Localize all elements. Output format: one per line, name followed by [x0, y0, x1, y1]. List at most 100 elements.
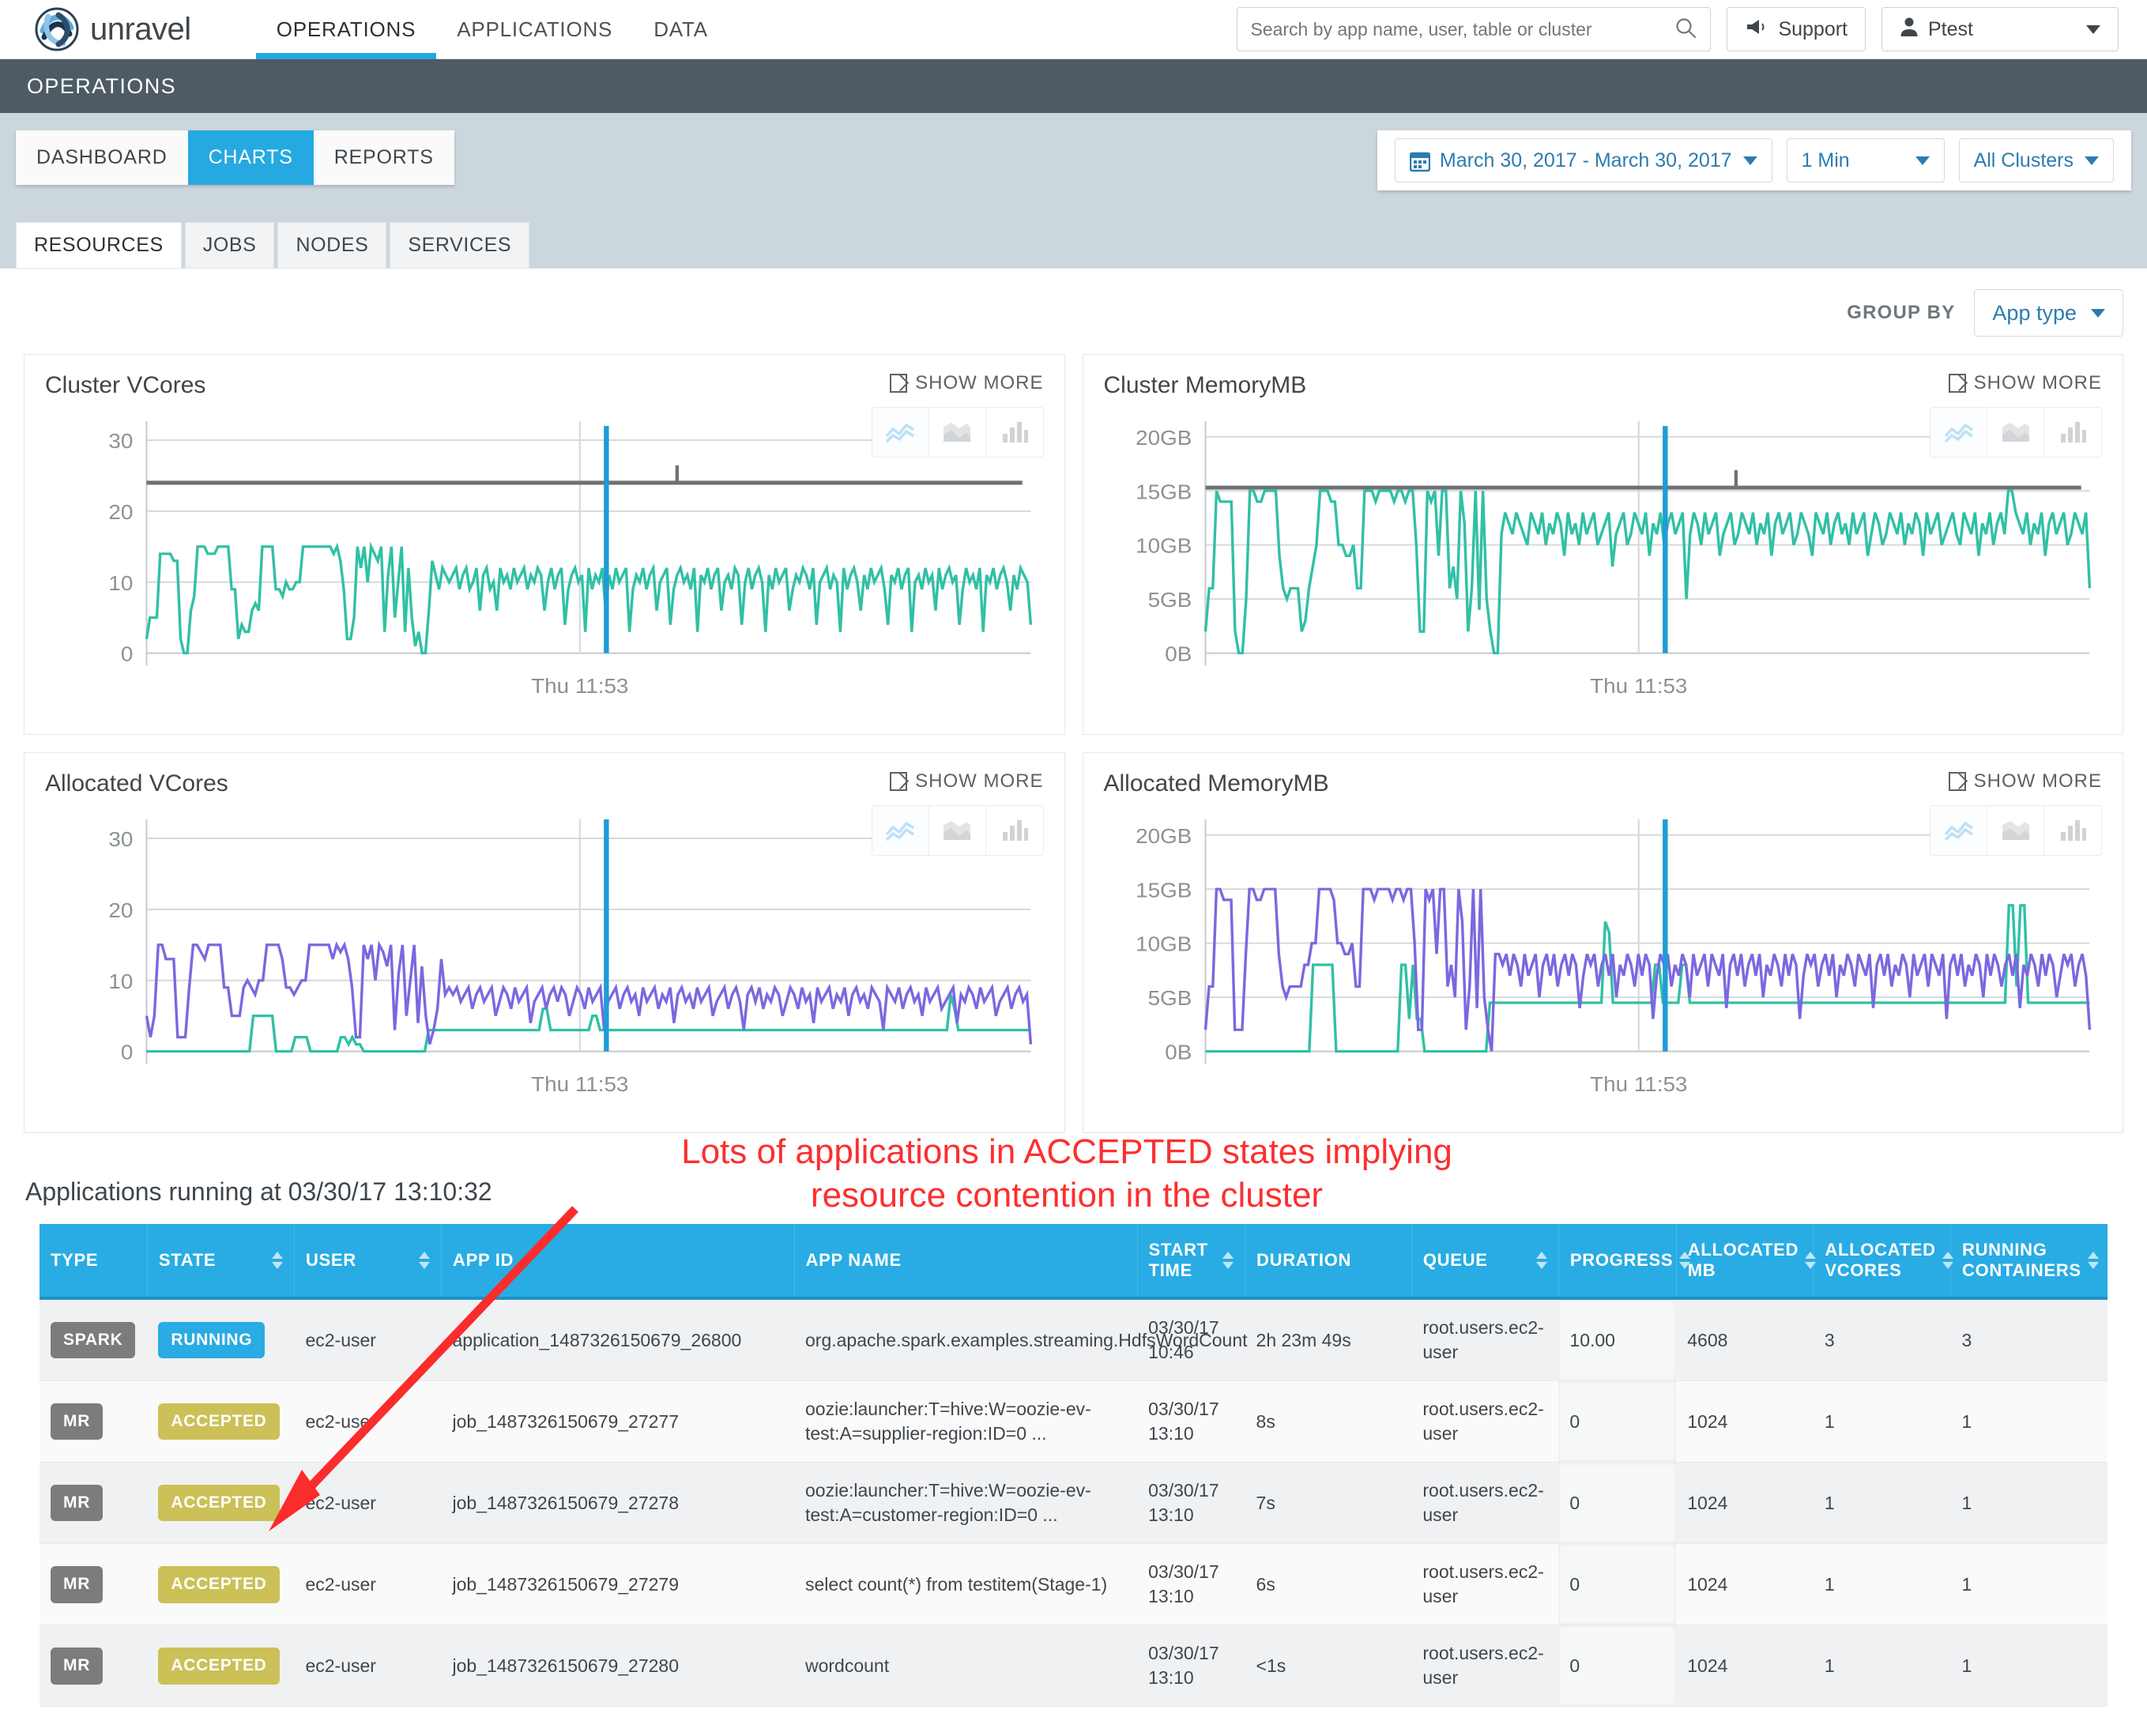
chart-title: Allocated MemoryMB	[1103, 770, 1329, 796]
search-input[interactable]	[1250, 18, 1674, 40]
nav-item-operations[interactable]: OPERATIONS	[255, 0, 437, 59]
cluster-select[interactable]: All Clusters	[1958, 138, 2114, 183]
subtab-jobs[interactable]: JOBS	[184, 222, 275, 268]
sort-icon[interactable]	[1222, 1252, 1234, 1269]
interval-select[interactable]: 1 Min	[1786, 138, 1945, 183]
area-chart-icon[interactable]	[1987, 806, 2044, 855]
col-running-containers[interactable]: RUNNING CONTAINERS	[1950, 1224, 2107, 1300]
applications-table-wrap: TYPE STATE USER APP ID APP NAME START TI…	[0, 1224, 2147, 1708]
status-badge: ACCEPTED	[158, 1566, 280, 1603]
cell-app-id: application_1487326150679_26800	[441, 1298, 794, 1382]
cell-allocated-mb: 4608	[1676, 1298, 1814, 1382]
search-icon[interactable]	[1674, 16, 1697, 43]
show-more-link[interactable]: SHOW MORE	[1948, 372, 2102, 394]
svg-text:20: 20	[108, 501, 133, 524]
col-state[interactable]: STATE	[147, 1224, 295, 1300]
group-by-select[interactable]: App type	[1974, 289, 2123, 337]
search-box[interactable]	[1237, 7, 1712, 51]
bar-chart-icon[interactable]	[2044, 806, 2101, 855]
col-duration[interactable]: DURATION	[1245, 1224, 1412, 1300]
area-chart-icon[interactable]	[929, 408, 986, 457]
chevron-down-icon[interactable]	[1742, 156, 1757, 165]
sort-icon[interactable]	[2087, 1252, 2099, 1269]
sort-icon[interactable]	[271, 1252, 283, 1269]
brand[interactable]: unravel	[35, 7, 191, 51]
col-app-id[interactable]: APP ID	[441, 1224, 795, 1300]
line-chart-icon[interactable]	[872, 408, 929, 457]
line-chart-icon[interactable]	[1930, 408, 1987, 457]
status-badge: ACCEPTED	[158, 1485, 280, 1522]
cell-type: MR	[40, 1625, 148, 1708]
type-badge: SPARK	[51, 1321, 136, 1359]
type-badge: MR	[51, 1485, 104, 1522]
cell-queue: root.users.ec2-user	[1411, 1543, 1559, 1626]
col-type[interactable]: TYPE	[40, 1224, 148, 1300]
bar-chart-icon[interactable]	[2044, 408, 2101, 457]
show-more-link[interactable]: SHOW MORE	[890, 770, 1043, 793]
nav-item-data[interactable]: DATA	[633, 0, 729, 59]
svg-text:10GB: 10GB	[1136, 932, 1192, 955]
show-more-link[interactable]: SHOW MORE	[890, 372, 1043, 394]
subtab-services[interactable]: SERVICES	[390, 222, 530, 268]
chart-grid: Cluster VCores SHOW MORE 0 10 20 30 Thu …	[24, 354, 2123, 1133]
sort-icon[interactable]	[418, 1252, 430, 1269]
chart-plot-area[interactable]: 0 10 20 30 Thu 11:53	[45, 415, 1044, 717]
resource-tab-group: RESOURCES JOBS NODES SERVICES	[0, 208, 2147, 268]
cluster-label: All Clusters	[1973, 149, 2074, 171]
cell-progress: 0	[1558, 1625, 1677, 1708]
bar-chart-icon[interactable]	[986, 408, 1043, 457]
table-row[interactable]: MR ACCEPTED ec2-user job_1487326150679_2727…	[40, 1462, 2107, 1545]
table-row[interactable]: MR ACCEPTED ec2-user job_1487326150679_2727…	[40, 1543, 2107, 1626]
col-label: RUNNING CONTAINERS	[1961, 1240, 2081, 1280]
chart-plot-area[interactable]: 0 10 20 30 Thu 11:53	[45, 813, 1044, 1115]
svg-text:10: 10	[108, 572, 133, 595]
cell-app-name: oozie:launcher:T=hive:W=oozie-ev-test:A=…	[794, 1380, 1138, 1463]
svg-text:0: 0	[121, 1041, 133, 1064]
tab-dashboard[interactable]: DASHBOARD	[16, 130, 188, 185]
area-chart-icon[interactable]	[1987, 408, 2044, 457]
cell-allocated-mb: 1024	[1676, 1462, 1814, 1545]
area-chart-icon[interactable]	[929, 806, 986, 855]
col-label: QUEUE	[1422, 1250, 1488, 1270]
cell-queue: root.users.ec2-user	[1411, 1462, 1559, 1545]
chart-plot-area[interactable]: 0B 5GB 10GB 15GB 20GB Thu 11:53	[1104, 415, 2103, 717]
col-progress[interactable]: PROGRESS	[1558, 1224, 1691, 1300]
sort-icon[interactable]	[1805, 1252, 1817, 1269]
table-row[interactable]: MR ACCEPTED ec2-user job_1487326150679_2728…	[40, 1625, 2107, 1708]
show-more-label: SHOW MORE	[915, 372, 1044, 394]
sort-icon[interactable]	[1942, 1252, 1953, 1269]
chart-card-cluster-memorymb: Cluster MemoryMB SHOW MORE 0B 5GB 10GB 1…	[1082, 354, 2123, 735]
chevron-down-icon[interactable]	[1915, 156, 1930, 165]
tab-reports[interactable]: REPORTS	[313, 130, 454, 185]
col-queue[interactable]: QUEUE	[1411, 1224, 1559, 1300]
cell-allocated-vcores: 1	[1813, 1380, 1951, 1463]
chevron-down-icon[interactable]	[2085, 156, 2099, 165]
cell-allocated-vcores: 1	[1813, 1625, 1951, 1708]
date-range-picker[interactable]: March 30, 2017 - March 30, 2017	[1394, 138, 1772, 183]
chart-card-allocated-vcores: Allocated VCores SHOW MORE 0 10 20 30 Th…	[24, 752, 1065, 1133]
cell-allocated-mb: 1024	[1676, 1625, 1814, 1708]
support-button[interactable]: Support	[1727, 7, 1866, 51]
col-allocated-vcores[interactable]: ALLOCATED VCORES	[1813, 1224, 1953, 1300]
calendar-icon	[1409, 150, 1431, 172]
subtab-nodes[interactable]: NODES	[277, 222, 387, 268]
col-app-name[interactable]: APP NAME	[794, 1224, 1138, 1300]
nav-item-applications[interactable]: APPLICATIONS	[436, 0, 633, 59]
sort-icon[interactable]	[1535, 1252, 1547, 1269]
svg-text:Thu 11:53: Thu 11:53	[531, 1073, 628, 1096]
table-row[interactable]: SPARK RUNNING ec2-user application_14873261…	[40, 1298, 2107, 1382]
bar-chart-icon[interactable]	[986, 806, 1043, 855]
show-more-link[interactable]: SHOW MORE	[1948, 770, 2102, 793]
subtab-resources[interactable]: RESOURCES	[16, 222, 182, 268]
chart-plot-area[interactable]: 0B 5GB 10GB 15GB 20GB Thu 11:53	[1104, 813, 2103, 1115]
tab-charts[interactable]: CHARTS	[187, 130, 314, 185]
chevron-down-icon[interactable]	[2091, 308, 2105, 318]
line-chart-icon[interactable]	[872, 806, 929, 855]
col-user[interactable]: USER	[294, 1224, 442, 1300]
line-chart-icon[interactable]	[1930, 806, 1987, 855]
table-row[interactable]: MR ACCEPTED ec2-user job_1487326150679_2727…	[40, 1380, 2107, 1463]
chevron-down-icon[interactable]	[2086, 24, 2100, 34]
user-menu-button[interactable]: Ptest	[1881, 7, 2119, 51]
col-allocated-mb[interactable]: ALLOCATED MB	[1676, 1224, 1817, 1300]
col-start-time[interactable]: START TIME	[1137, 1224, 1246, 1300]
